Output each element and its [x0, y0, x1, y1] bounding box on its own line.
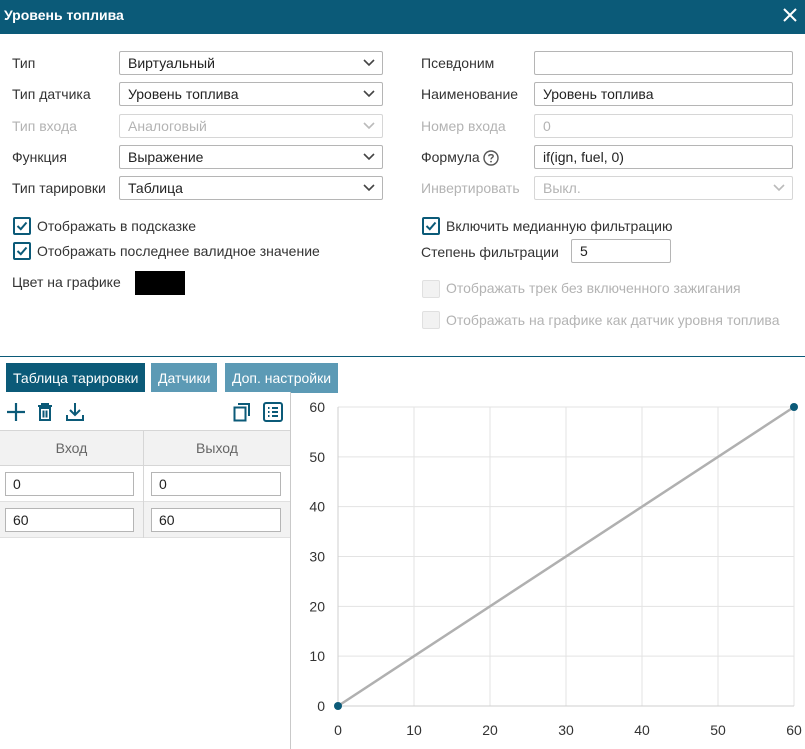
- checkmark-icon: [16, 246, 28, 256]
- sensor-type-select-value: Уровень топлива: [128, 86, 239, 102]
- tab-calibration-table[interactable]: Таблица тарировки: [6, 363, 146, 393]
- plus-icon[interactable]: [5, 401, 27, 423]
- alias-input[interactable]: [534, 51, 793, 75]
- chevron-down-icon: [363, 59, 375, 67]
- list-icon[interactable]: [262, 401, 284, 423]
- window-title: Уровень топлива: [4, 7, 124, 23]
- show-last-valid-label: Отображать последнее валидное значение: [37, 243, 320, 259]
- function-label: Функция: [12, 149, 67, 165]
- type-label: Тип: [12, 55, 36, 71]
- table-row: 60 60: [0, 502, 290, 538]
- window-titlebar: Уровень топлива: [0, 0, 805, 34]
- show-as-fuel-sensor-checkbox: [422, 311, 440, 329]
- graph-color-swatch[interactable]: [135, 271, 185, 295]
- invert-select: Выкл.: [534, 176, 793, 200]
- function-select[interactable]: Выражение: [119, 145, 383, 169]
- filter-degree-value: 5: [580, 243, 588, 259]
- column-header-output: Выход: [196, 440, 238, 456]
- filter-degree-input[interactable]: 5: [571, 239, 671, 263]
- input-number-input: 0: [534, 114, 793, 138]
- x-tick-label: 60: [786, 722, 802, 738]
- column-header-input: Вход: [55, 440, 88, 456]
- y-tick-label: 20: [309, 598, 325, 614]
- column-divider: [143, 430, 144, 538]
- alias-label: Псевдоним: [421, 55, 495, 71]
- formula-label: Формула: [421, 149, 480, 165]
- name-input[interactable]: Уровень топлива: [534, 82, 793, 106]
- track-without-ignition-label: Отображать трек без включенного зажигани…: [446, 280, 741, 296]
- chevron-down-icon: [773, 184, 785, 192]
- name-label: Наименование: [421, 86, 519, 102]
- invert-label: Инвертировать: [421, 180, 520, 196]
- calibration-type-select[interactable]: Таблица: [119, 176, 383, 200]
- input-type-select: Аналоговый: [119, 114, 383, 138]
- output-cell[interactable]: 0: [151, 472, 281, 496]
- input-number-value: 0: [543, 118, 551, 134]
- chevron-down-icon: [363, 184, 375, 192]
- x-tick-label: 10: [406, 722, 422, 738]
- show-last-valid-checkbox[interactable]: [13, 242, 31, 260]
- show-in-tooltip-label: Отображать в подсказке: [37, 218, 197, 234]
- input-type-label: Тип входа: [12, 118, 77, 134]
- function-select-value: Выражение: [128, 149, 204, 165]
- sensor-type-label: Тип датчика: [12, 86, 91, 102]
- chevron-down-icon: [363, 122, 375, 130]
- copy-icon[interactable]: [231, 401, 253, 423]
- tab-sensors[interactable]: Датчики: [151, 363, 218, 393]
- y-tick-label: 50: [309, 449, 325, 465]
- trash-icon[interactable]: [34, 401, 56, 423]
- y-tick-label: 10: [309, 648, 325, 664]
- table-header: Вход Выход: [0, 430, 290, 466]
- tabs-bar: Таблица тарировки Датчики Доп. настройки: [0, 356, 805, 393]
- input-cell[interactable]: 60: [5, 508, 134, 532]
- checkmark-icon: [16, 221, 28, 231]
- formula-input-value: if(ign, fuel, 0): [543, 149, 624, 165]
- calibration-table-panel: Вход Выход 0 0 60 60: [0, 392, 291, 749]
- calibration-type-select-value: Таблица: [128, 180, 183, 196]
- checkmark-icon: [425, 221, 437, 231]
- input-number-label: Номер входа: [421, 118, 506, 134]
- input-cell[interactable]: 0: [5, 472, 134, 496]
- tab-extra-settings[interactable]: Доп. настройки: [225, 363, 339, 393]
- chevron-down-icon: [363, 153, 375, 161]
- type-select[interactable]: Виртуальный: [119, 51, 383, 75]
- name-input-value: Уровень топлива: [543, 86, 654, 102]
- filter-degree-label: Степень фильтрации: [421, 244, 559, 260]
- x-tick-label: 40: [634, 722, 650, 738]
- data-point: [334, 702, 342, 710]
- x-tick-label: 50: [710, 722, 726, 738]
- type-select-value: Виртуальный: [128, 55, 215, 71]
- median-filter-label: Включить медианную фильтрацию: [446, 218, 673, 234]
- sensor-type-select[interactable]: Уровень топлива: [119, 82, 383, 106]
- y-tick-label: 0: [317, 698, 325, 714]
- help-icon[interactable]: [483, 150, 499, 166]
- table-toolbar: [0, 392, 290, 430]
- x-tick-label: 20: [482, 722, 498, 738]
- x-tick-label: 30: [558, 722, 574, 738]
- formula-input[interactable]: if(ign, fuel, 0): [534, 145, 793, 169]
- y-tick-label: 40: [309, 499, 325, 515]
- median-filter-checkbox[interactable]: [422, 217, 440, 235]
- calibration-chart: 0 10 20 30 40 50 60 0 10 20 30 40 50 60: [309, 399, 802, 738]
- track-without-ignition-checkbox: [422, 280, 440, 298]
- data-point: [790, 403, 798, 411]
- show-in-tooltip-checkbox[interactable]: [13, 217, 31, 235]
- chevron-down-icon: [363, 90, 375, 98]
- input-type-select-value: Аналоговый: [128, 118, 207, 134]
- output-cell[interactable]: 60: [151, 508, 281, 532]
- download-icon[interactable]: [64, 401, 86, 423]
- table-row: 0 0: [0, 466, 290, 502]
- show-as-fuel-sensor-label: Отображать на графике как датчик уровня …: [446, 312, 780, 328]
- x-tick-label: 0: [334, 722, 342, 738]
- y-tick-label: 30: [309, 549, 325, 565]
- calibration-type-label: Тип тарировки: [12, 180, 106, 196]
- graph-color-label: Цвет на графике: [12, 274, 121, 290]
- y-tick-label: 60: [309, 399, 325, 415]
- invert-select-value: Выкл.: [543, 180, 581, 196]
- close-icon[interactable]: [779, 4, 801, 26]
